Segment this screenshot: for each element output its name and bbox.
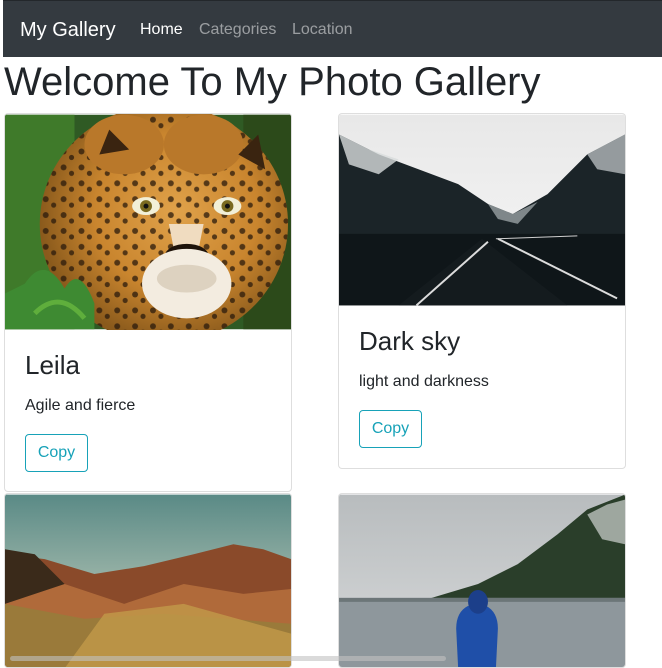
mountain-road-image — [339, 114, 625, 306]
horizontal-scrollbar[interactable] — [10, 656, 446, 661]
card-title: Leila — [25, 350, 80, 380]
jaguar-image — [5, 114, 291, 330]
card-desert — [4, 493, 292, 668]
navbar: My Gallery Home Categories Location — [3, 0, 662, 57]
navbar-brand[interactable]: My Gallery — [20, 18, 116, 42]
card-title: Dark sky — [359, 326, 461, 356]
nav-link-location[interactable]: Location — [292, 20, 353, 40]
nav-link-home[interactable]: Home — [140, 20, 183, 40]
card-text: Agile and fierce — [25, 397, 136, 414]
card-leila: Leila Agile and fierce Copy — [4, 113, 292, 492]
copy-button[interactable]: Copy — [359, 410, 422, 448]
card-dark-sky: Dark sky light and darkness Copy — [338, 113, 626, 469]
card-text: light and darkness — [359, 373, 489, 390]
copy-button[interactable]: Copy — [25, 434, 88, 472]
desert-mountains-image — [5, 494, 291, 667]
page-title: Welcome To My Photo Gallery — [4, 60, 541, 104]
nav-link-categories[interactable]: Categories — [199, 20, 276, 40]
lake-person-image — [339, 494, 625, 667]
card-lake — [338, 493, 626, 668]
